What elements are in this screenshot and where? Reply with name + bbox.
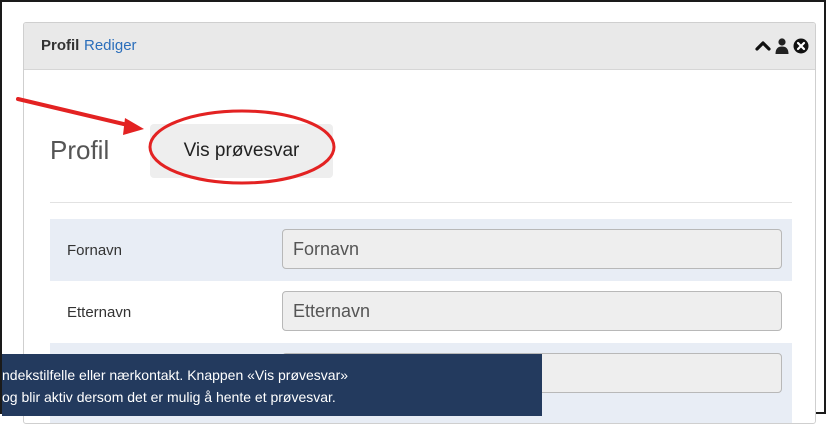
user-icon[interactable] [773, 37, 791, 55]
divider [50, 202, 792, 203]
close-circle-icon[interactable] [792, 37, 810, 55]
panel-title: Profil [41, 37, 80, 54]
form-row-lastname: Etternavn [50, 281, 792, 343]
firstname-label: Fornavn [67, 242, 123, 259]
panel-header: Profil Rediger [24, 23, 815, 70]
form-row-firstname: Fornavn [50, 219, 792, 281]
lastname-label: Etternavn [67, 304, 132, 321]
chevron-up-icon[interactable] [754, 37, 772, 55]
screenshot-frame: Profil Rediger Profil Vis prøvesvar Forn… [0, 0, 826, 424]
edit-link[interactable]: Rediger [84, 37, 137, 54]
callout-line-2: og blir aktiv dersom det er mulig å hent… [2, 389, 336, 405]
instruction-callout: ndekstilfelle eller nærkontakt. Knappen … [2, 354, 542, 416]
show-test-results-button[interactable]: Vis prøvesvar [150, 124, 333, 178]
profile-heading: Profil [50, 135, 110, 165]
callout-line-1: ndekstilfelle eller nærkontakt. Knappen … [2, 367, 349, 383]
lastname-input[interactable] [282, 291, 782, 331]
firstname-input[interactable] [282, 229, 782, 269]
